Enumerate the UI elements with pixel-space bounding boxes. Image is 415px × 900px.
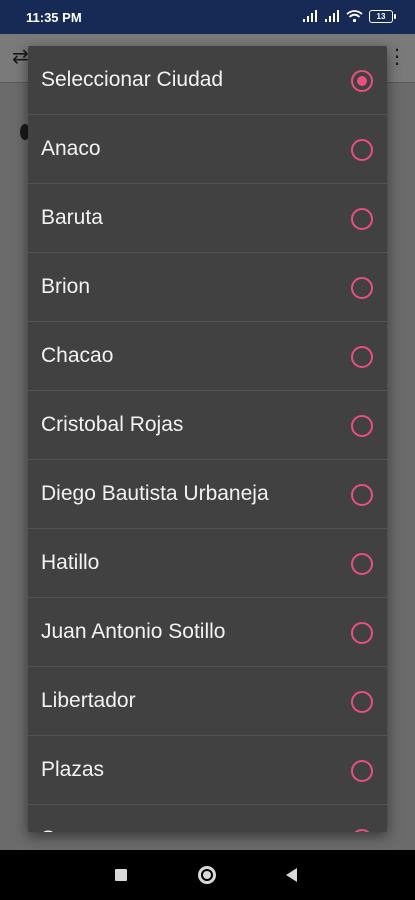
city-option[interactable]: Sucre [28,805,387,832]
back-button[interactable] [286,868,297,882]
city-option[interactable]: Anaco [28,115,387,184]
city-option[interactable]: Seleccionar Ciudad [28,46,387,115]
city-select-dialog: Seleccionar Ciudad Anaco Baruta Brion Chacao… [28,46,387,832]
radio-unchecked-icon[interactable] [351,139,373,161]
city-option[interactable]: Baruta [28,184,387,253]
radio-unchecked-icon[interactable] [351,277,373,299]
city-option[interactable]: Chacao [28,322,387,391]
radio-checked-icon[interactable] [351,70,373,92]
radio-unchecked-icon[interactable] [351,829,373,832]
recents-button[interactable] [115,869,127,881]
radio-unchecked-icon[interactable] [351,691,373,713]
menu-icon: ⋮ [387,46,407,68]
city-option[interactable]: Brion [28,253,387,322]
city-option-label: Libertador [41,689,136,712]
radio-unchecked-icon[interactable] [351,346,373,368]
city-option-label: Juan Antonio Sotillo [41,620,226,643]
radio-unchecked-icon[interactable] [351,553,373,575]
radio-unchecked-icon[interactable] [351,760,373,782]
navigation-bar [0,850,415,900]
city-option[interactable]: Libertador [28,667,387,736]
city-option-label: Seleccionar Ciudad [41,68,224,91]
city-option-label: Brion [41,275,91,298]
city-option[interactable]: Plazas [28,736,387,805]
home-button[interactable] [198,866,216,884]
city-option-label: Hatillo [41,551,100,574]
city-option[interactable]: Diego Bautista Urbaneja [28,460,387,529]
city-option-label: Plazas [41,758,105,781]
signal-icon [303,10,317,22]
city-option[interactable]: Cristobal Rojas [28,391,387,460]
wifi-icon [346,10,363,23]
radio-unchecked-icon[interactable] [351,415,373,437]
city-option-label: Diego Bautista Urbaneja [41,482,269,505]
city-option-label: Anaco [41,137,101,160]
city-option[interactable]: Juan Antonio Sotillo [28,598,387,667]
city-option-label: Baruta [41,206,103,229]
radio-unchecked-icon[interactable] [351,484,373,506]
radio-unchecked-icon[interactable] [351,622,373,644]
status-time: 11:35 PM [26,10,82,25]
status-bar: 11:35 PM 13 [0,0,415,34]
options-list: Seleccionar Ciudad Anaco Baruta Brion Chacao… [28,46,387,832]
signal-icon [325,10,339,22]
city-option-label: Chacao [41,344,114,367]
status-icons: 13 [302,9,396,23]
radio-unchecked-icon[interactable] [351,208,373,230]
city-option[interactable]: Hatillo [28,529,387,598]
swap-icon: ⇄ [12,46,29,68]
city-option-label: Sucre [41,827,96,832]
battery-icon: 13 [369,9,396,23]
city-option-label: Cristobal Rojas [41,413,184,436]
